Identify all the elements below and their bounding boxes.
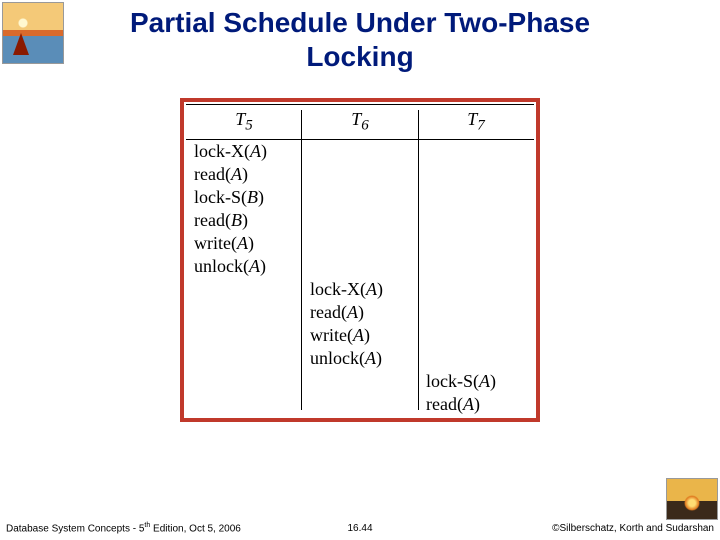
cell: unlockA — [302, 347, 418, 370]
title-line-1: Partial Schedule Under Two-Phase — [130, 7, 590, 38]
schedule-table: T5 T6 T7 lock-XA readA lock-SB readB wri… — [186, 104, 534, 416]
cell: readB — [186, 209, 302, 232]
cell: readA — [418, 393, 534, 416]
schedule-frame: T5 T6 T7 lock-XA readA lock-SB readB wri… — [180, 98, 540, 422]
table-row: writeA — [186, 232, 534, 255]
table-row: lock-XA — [186, 139, 534, 163]
table-row: lock-XA — [186, 278, 534, 301]
footer-page-number: 16.44 — [347, 523, 372, 534]
cell: writeA — [186, 232, 302, 255]
table-row: lock-SB — [186, 186, 534, 209]
table-row: unlockA — [186, 255, 534, 278]
cell: writeA — [302, 324, 418, 347]
table-row: writeA — [186, 324, 534, 347]
table-row: readB — [186, 209, 534, 232]
footer-left: Database System Concepts - 5th Edition, … — [6, 522, 241, 534]
table-row: readA — [186, 301, 534, 324]
footer: Database System Concepts - 5th Edition, … — [0, 520, 720, 534]
col-header-t7: T7 — [418, 105, 534, 140]
column-divider — [301, 110, 302, 410]
cell: lock-XA — [302, 278, 418, 301]
title-line-2: Locking — [306, 41, 413, 72]
sunset-logo — [666, 478, 718, 520]
cell: lock-XA — [186, 139, 302, 163]
col-header-t6: T6 — [302, 105, 418, 140]
table-header-row: T5 T6 T7 — [186, 105, 534, 140]
cell: readA — [302, 301, 418, 324]
col-header-t5: T5 — [186, 105, 302, 140]
column-divider — [418, 110, 419, 410]
table-row: unlockA — [186, 347, 534, 370]
cell: lock-SB — [186, 186, 302, 209]
cell: lock-SA — [418, 370, 534, 393]
table-row: readA — [186, 163, 534, 186]
cell: readA — [186, 163, 302, 186]
table-row: lock-SA — [186, 370, 534, 393]
cell: unlockA — [186, 255, 302, 278]
footer-copyright: ©Silberschatz, Korth and Sudarshan — [552, 523, 714, 534]
slide-title: Partial Schedule Under Two-Phase Locking — [0, 6, 720, 73]
table-row: readA — [186, 393, 534, 416]
